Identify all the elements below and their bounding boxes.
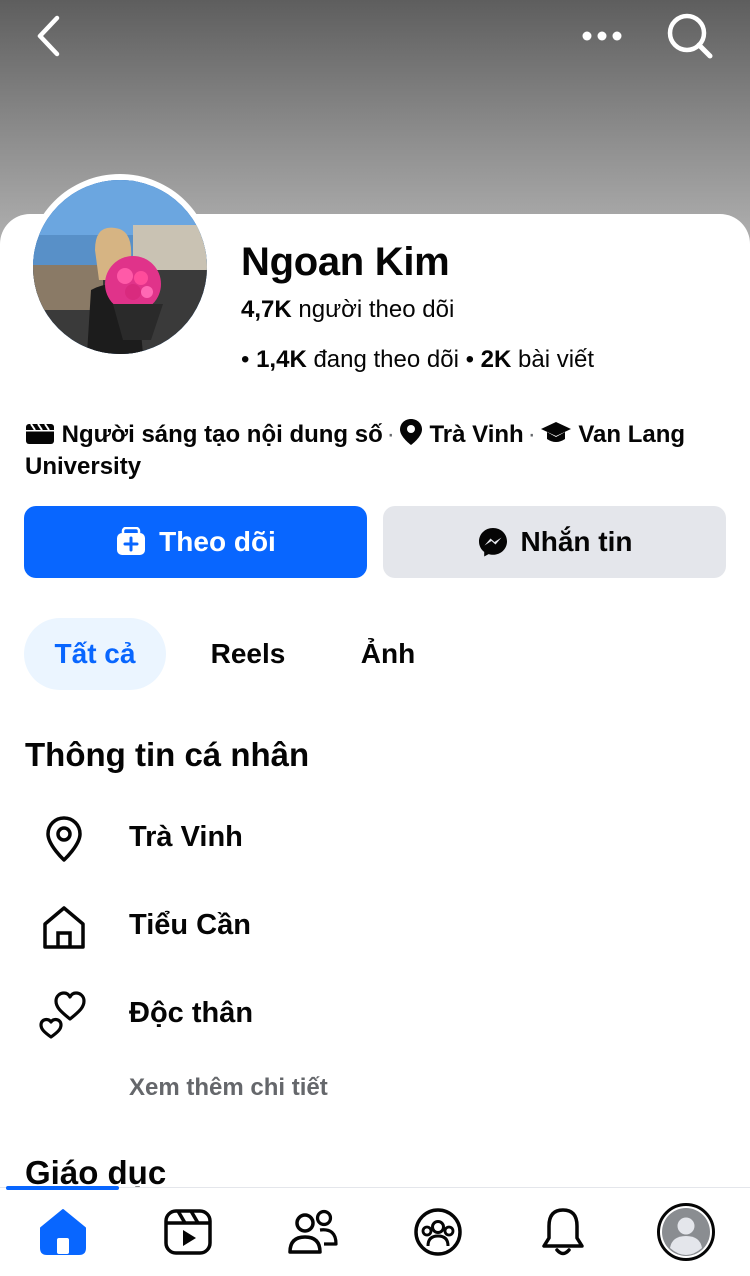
back-button[interactable] <box>22 10 74 62</box>
see-more-details-link[interactable]: Xem thêm chi tiết <box>129 1074 328 1102</box>
more-dots-icon <box>582 31 622 41</box>
avatar <box>33 180 207 354</box>
info-item-text: Độc thân <box>129 997 254 1029</box>
info-item-relationship: Độc thân <box>0 983 750 1043</box>
info-item-hometown: Tiểu Cần <box>0 895 750 955</box>
bell-icon <box>542 1208 584 1256</box>
groups-icon <box>414 1208 462 1256</box>
home-icon <box>40 1209 86 1255</box>
follow-button[interactable]: Theo dõi <box>24 506 367 578</box>
location-pin-icon <box>38 813 90 865</box>
bullet: • <box>465 346 474 373</box>
following-label: đang theo dõi <box>313 346 459 373</box>
bio-location: Trà Vinh <box>429 421 524 448</box>
message-button[interactable]: Nhắn tin <box>383 506 726 578</box>
info-item-text: Tiểu Cần <box>129 909 251 941</box>
posts-label: bài viết <box>518 346 595 373</box>
profile-picture[interactable] <box>27 174 213 360</box>
avatar-photo <box>33 180 207 354</box>
following-stat[interactable]: 1,4K đang theo dõi <box>256 346 459 373</box>
nav-friends[interactable] <box>283 1202 343 1262</box>
message-button-label: Nhắn tin <box>520 526 633 557</box>
separator-dot: · <box>386 421 395 448</box>
profile-bio: Người sáng tạo nội dung số · Trà Vinh · Va… <box>25 418 725 483</box>
active-tab-indicator <box>6 1186 119 1190</box>
nav-profile[interactable] <box>656 1202 716 1262</box>
tab-all[interactable]: Tất cả <box>24 618 166 690</box>
info-item-text: Trà Vinh <box>129 821 243 853</box>
search-button[interactable] <box>664 10 716 62</box>
messenger-icon <box>478 528 507 557</box>
more-options-button[interactable] <box>576 10 628 62</box>
info-item-location: Trà Vinh <box>0 807 750 867</box>
following-count: 1,4K <box>256 346 307 373</box>
tab-reels[interactable]: Reels <box>186 618 310 690</box>
posts-stat: 2K bài viết <box>481 346 594 373</box>
nav-video[interactable] <box>158 1202 218 1262</box>
video-icon <box>164 1209 212 1255</box>
hearts-icon <box>38 989 90 1041</box>
clapperboard-icon <box>26 423 54 444</box>
chevron-left-icon <box>37 15 60 57</box>
section-title-personal-info: Thông tin cá nhân <box>25 736 310 773</box>
location-pin-icon <box>399 419 422 445</box>
nav-groups[interactable] <box>408 1202 468 1262</box>
tab-photos[interactable]: Ảnh <box>338 618 438 690</box>
nav-notifications[interactable] <box>533 1202 593 1262</box>
separator-dot: · <box>527 421 536 448</box>
posts-count: 2K <box>480 346 512 373</box>
search-icon <box>667 13 713 59</box>
profile-avatar-icon <box>657 1203 715 1261</box>
home-icon <box>38 901 90 953</box>
graduation-cap-icon <box>540 422 571 442</box>
friends-icon <box>288 1209 338 1254</box>
bullet: • <box>241 346 250 373</box>
nav-home[interactable] <box>33 1202 93 1262</box>
followers-stat[interactable]: 4,7K người theo dõi <box>241 296 454 324</box>
bottom-navigation <box>0 1186 750 1276</box>
follow-button-label: Theo dõi <box>159 526 276 557</box>
profile-name: Ngoan Kim <box>241 240 450 284</box>
bio-category: Người sáng tạo nội dung số <box>61 421 383 448</box>
add-friend-icon <box>117 527 146 555</box>
following-posts-stats: • 1,4K đang theo dõi • 2K bài viết <box>241 346 594 374</box>
followers-count: 4,7K <box>241 296 292 323</box>
followers-label: người theo dõi <box>298 296 455 323</box>
